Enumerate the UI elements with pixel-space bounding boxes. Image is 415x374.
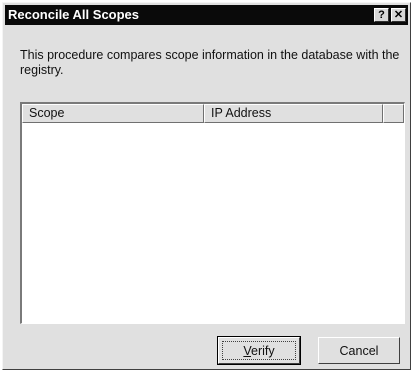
close-button[interactable]: ✕	[391, 8, 406, 22]
help-button[interactable]: ?	[374, 8, 389, 22]
close-icon: ✕	[393, 9, 404, 21]
verify-button[interactable]: Verify	[217, 336, 301, 365]
list-body[interactable]	[22, 123, 404, 323]
verify-label-rest: erify	[251, 343, 275, 358]
verify-label: Verify	[243, 344, 274, 358]
title-bar[interactable]: Reconcile All Scopes ? ✕	[5, 5, 408, 25]
list-header: Scope IP Address	[22, 104, 404, 123]
column-header-scope[interactable]: Scope	[22, 104, 204, 123]
scope-list[interactable]: Scope IP Address	[20, 102, 405, 324]
column-header-ip-address[interactable]: IP Address	[204, 104, 383, 123]
reconcile-all-scopes-dialog: Reconcile All Scopes ? ✕ This procedure …	[2, 2, 411, 370]
column-header-filler	[383, 104, 404, 123]
dialog-title: Reconcile All Scopes	[8, 7, 140, 22]
cancel-button[interactable]: Cancel	[318, 337, 400, 364]
question-mark-icon: ?	[378, 9, 385, 21]
verify-mnemonic: V	[243, 343, 252, 358]
description-text: This procedure compares scope informatio…	[20, 48, 400, 77]
